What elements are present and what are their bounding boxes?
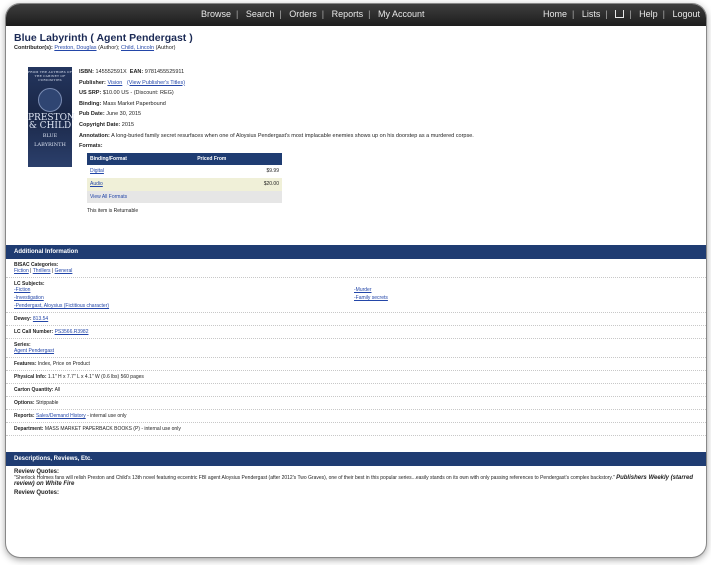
nav-lists[interactable]: Lists — [582, 9, 601, 19]
isbn-row: ISBN: 145552591X EAN: 9781455525911 — [79, 69, 185, 75]
publisher-row: Publisher: Vision (View Publisher's Titl… — [79, 79, 186, 86]
nav-home[interactable]: Home — [543, 9, 567, 19]
department-row: Department: MASS MARKET PAPERBACK BOOKS … — [6, 423, 706, 436]
cover-tagline: FROM THE AUTHORS OF THE CABINET OF CURIO… — [28, 70, 72, 82]
copyright-value: 2015 — [121, 121, 135, 128]
series-link[interactable]: Agent Pendergast — [14, 348, 54, 354]
additional-info: BISAC Categories: Fiction | Thrillers | … — [6, 259, 706, 436]
annotation-value: A long-buried family secret resurfaces w… — [111, 132, 474, 139]
ean-value: 9781455525911 — [144, 69, 185, 75]
lc-subject-link[interactable]: -Investigation — [14, 295, 354, 301]
options-row: Options: Strippable — [6, 397, 706, 410]
binding-value: Mass Market Paperbound — [102, 100, 166, 107]
cover-author2: & CHILD — [28, 121, 72, 131]
features-row: Features: Index, Price on Product — [6, 358, 706, 371]
contributor-role: (Author); — [98, 45, 120, 51]
bisac-row: BISAC Categories: Fiction | Thrillers | … — [6, 259, 706, 278]
lc-call-link[interactable]: PS3566.R3982 — [55, 329, 89, 335]
lc-call-row: LC Call Number: PS3566.R3982 — [6, 326, 706, 339]
lc-subjects-row: LC Subjects: -Fiction -Murder -Investiga… — [6, 278, 706, 313]
format-link-audio[interactable]: Audio — [90, 181, 103, 187]
contributor-link-child[interactable]: Child, Lincoln — [121, 45, 154, 51]
isbn-value: 145552591X — [95, 69, 127, 75]
binding-row: Binding: Mass Market Paperbound — [79, 100, 166, 107]
utility-menu: Home | Lists | | Help | Logout — [542, 9, 700, 19]
bisac-link[interactable]: Thrillers — [33, 268, 51, 274]
copyright-row: Copyright Date: 2015 — [79, 121, 135, 128]
nav-help[interactable]: Help — [639, 9, 658, 19]
nav-my-account[interactable]: My Account — [378, 9, 425, 19]
lc-subject-link[interactable]: -Murder — [354, 287, 654, 293]
annotation-row: Annotation: A long-buried family secret … — [79, 132, 474, 139]
nav-browse[interactable]: Browse — [201, 9, 231, 19]
cart-icon[interactable] — [615, 10, 625, 18]
details-list: ISBN: 145552591X EAN: 9781455525911 Publ… — [79, 67, 699, 217]
publisher-link[interactable]: Vision — [107, 80, 122, 86]
cover-title-line2: LABYRINTH — [34, 142, 66, 148]
nav-reports[interactable]: Reports — [332, 9, 364, 19]
table-row: Audio $20.00 — [87, 177, 282, 191]
format-price: $20.00 — [194, 177, 282, 191]
lc-subject-link[interactable]: -Family secrets — [354, 295, 654, 301]
nav-logout[interactable]: Logout — [672, 9, 700, 19]
nav-orders[interactable]: Orders — [289, 9, 317, 19]
formats-header-price: Priced From — [194, 152, 282, 166]
bisac-link[interactable]: Fiction — [14, 268, 29, 274]
returnable-note: This item is Returnable — [87, 208, 139, 215]
pubdate-value: June 30, 2015 — [106, 111, 142, 118]
contributors: Contributor(s): Preston, Douglas (Author… — [14, 45, 698, 51]
contributors-label: Contributor(s): — [14, 45, 53, 51]
descriptions-header: Descriptions, Reviews, Etc. — [6, 452, 706, 466]
cover-title-line1: BLUE — [42, 133, 58, 139]
table-row: Digital $9.99 — [87, 165, 282, 178]
carton-row: Carton Quantity: All — [6, 384, 706, 397]
additional-info-header: Additional Information — [6, 245, 706, 259]
lc-subject-link[interactable]: -Pendergast, Aloysius (Fictitious charac… — [14, 303, 354, 309]
formats-table: Binding/Format Priced From Digital $9.99… — [87, 152, 282, 204]
contributor-link-preston[interactable]: Preston, Douglas — [54, 45, 96, 51]
table-row: View All Formats — [87, 190, 282, 204]
srp-value: $10.00 US - (Discount: REG) — [102, 90, 174, 97]
srp-row: US SRP: $10.00 US - (Discount: REG) — [79, 90, 174, 97]
pubdate-row: Pub Date: June 30, 2015 — [79, 111, 142, 118]
browser-frame: Browse | Search | Orders | Reports | My Acco… — [6, 4, 706, 557]
page-title: Blue Labyrinth ( Agent Pendergast ) — [14, 32, 193, 44]
dewey-link[interactable]: 813.54 — [33, 316, 48, 322]
formats-header-binding: Binding/Format — [87, 152, 195, 166]
series-row: Series: Agent Pendergast — [6, 339, 706, 358]
main-menu: Browse | Search | Orders | Reports | My Acco… — [201, 9, 425, 19]
bisac-link[interactable]: General — [55, 268, 73, 274]
format-price: $9.99 — [266, 168, 279, 175]
sales-history-link[interactable]: Sales/Demand History — [36, 413, 86, 419]
view-all-formats-link[interactable]: View All Formats — [87, 190, 282, 204]
physical-row: Physical Info: 1.1" H x 7.7" L x 4.1" W … — [6, 371, 706, 384]
lc-subject-link[interactable]: -Fiction — [14, 287, 354, 293]
cover-emblem-icon — [38, 88, 62, 112]
publisher-titles-link[interactable]: (View Publisher's Titles) — [127, 80, 185, 86]
book-cover-image[interactable]: FROM THE AUTHORS OF THE CABINET OF CURIO… — [28, 67, 75, 167]
descriptions-section: Review Quotes: "Sherlock Holmes fans wil… — [6, 466, 706, 499]
formats-label: Formats: — [79, 143, 103, 150]
top-navigation: Browse | Search | Orders | Reports | My Acco… — [6, 4, 706, 26]
format-link-digital[interactable]: Digital — [90, 168, 104, 174]
nav-search[interactable]: Search — [246, 9, 275, 19]
review-text: "Sherlock Holmes fans will relish Presto… — [14, 475, 615, 481]
reports-row: Reports: Sales/Demand History - internal… — [6, 410, 706, 423]
dewey-row: Dewey: 813.54 — [6, 313, 706, 326]
product-details: FROM THE AUTHORS OF THE CABINET OF CURIO… — [6, 67, 706, 237]
contributor-role: (Author) — [155, 45, 176, 51]
review-quotes-label-2: Review Quotes: — [14, 490, 60, 496]
